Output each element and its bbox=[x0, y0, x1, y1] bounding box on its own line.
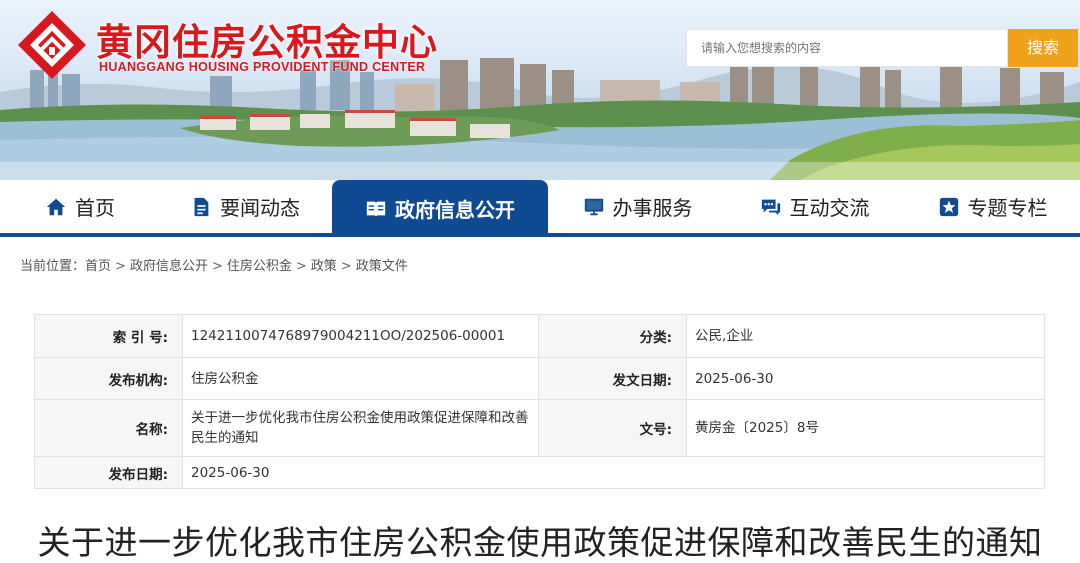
index-number-value: 1242110074768979004211OO/202506-00001 bbox=[182, 314, 539, 358]
document-info-table: 索 引 号: 1242110074768979004211OO/202506-0… bbox=[34, 314, 1045, 489]
star-icon bbox=[939, 197, 958, 216]
issue-date-value: 2025-06-30 bbox=[686, 357, 1045, 400]
table-row: 发布日期: 2025-06-30 bbox=[34, 456, 1045, 489]
main-nav: 首页 要闻动态 政府信息公开 办事服务 互动交流 专题专栏 bbox=[0, 180, 1080, 237]
publisher-label: 发布机构: bbox=[34, 357, 183, 400]
nav-item-special[interactable]: 专题专栏 bbox=[920, 180, 1065, 233]
breadcrumb-separator: > bbox=[115, 259, 126, 274]
breadcrumb-policy-docs[interactable]: 政策文件 bbox=[356, 259, 408, 274]
breadcrumb-separator: > bbox=[295, 259, 307, 274]
table-row: 名称: 关于进一步优化我市住房公积金使用政策促进保障和改善民生的通知 文号: 黄… bbox=[34, 399, 1045, 457]
breadcrumb-home[interactable]: 首页 bbox=[85, 259, 111, 274]
breadcrumb-separator: > bbox=[211, 259, 223, 274]
nav-label-home: 首页 bbox=[75, 196, 115, 220]
table-row: 发布机构: 住房公积金 发文日期: 2025-06-30 bbox=[34, 357, 1045, 400]
monitor-icon bbox=[584, 198, 603, 215]
nav-label-special: 专题专栏 bbox=[967, 196, 1048, 220]
header-banner: 黄冈住房公积金中心 HUANGGANG HOUSING PROVIDENT FU… bbox=[0, 0, 1080, 180]
nav-item-services[interactable]: 办事服务 bbox=[565, 180, 710, 233]
document-icon bbox=[194, 197, 209, 216]
article-title: 关于进一步优化我市住房公积金使用政策促进保障和改善民生的通知 bbox=[37, 523, 1043, 562]
table-row: 索 引 号: 1242110074768979004211OO/202506-0… bbox=[34, 314, 1045, 358]
home-icon bbox=[46, 198, 66, 215]
nav-label-interaction: 互动交流 bbox=[789, 196, 870, 220]
breadcrumb-housing-fund[interactable]: 住房公积金 bbox=[227, 259, 292, 274]
nav-label-gov-info: 政府信息公开 bbox=[395, 198, 515, 222]
index-number-label: 索 引 号: bbox=[34, 314, 183, 358]
nav-item-interaction[interactable]: 互动交流 bbox=[742, 180, 887, 233]
doc-number-label: 文号: bbox=[538, 399, 687, 457]
open-book-icon bbox=[366, 201, 386, 217]
issue-date-label: 发文日期: bbox=[538, 357, 687, 400]
chat-icon bbox=[761, 199, 780, 215]
publisher-value: 住房公积金 bbox=[182, 357, 539, 400]
nav-label-services: 办事服务 bbox=[612, 196, 693, 220]
name-value: 关于进一步优化我市住房公积金使用政策促进保障和改善民生的通知 bbox=[182, 399, 539, 457]
search-button[interactable]: 搜索 bbox=[1008, 29, 1078, 67]
nav-item-home[interactable]: 首页 bbox=[20, 180, 140, 233]
publish-date-label: 发布日期: bbox=[34, 456, 183, 489]
breadcrumb-prefix: 当前位置： bbox=[20, 259, 86, 274]
nav-item-gov-info[interactable]: 政府信息公开 bbox=[332, 180, 548, 237]
category-label: 分类: bbox=[538, 314, 687, 358]
nav-item-news[interactable]: 要闻动态 bbox=[170, 180, 320, 233]
site-subtitle: HUANGGANG HOUSING PROVIDENT FUND CENTER bbox=[99, 60, 426, 74]
breadcrumb-policy[interactable]: 政策 bbox=[311, 259, 337, 274]
category-value: 公民,企业 bbox=[686, 314, 1045, 358]
search-input[interactable] bbox=[686, 29, 1008, 67]
breadcrumb: 当前位置：首页 > 政府信息公开 > 住房公积金 > 政策 > 政策文件 bbox=[20, 255, 408, 274]
breadcrumb-gov-info[interactable]: 政府信息公开 bbox=[130, 259, 208, 274]
name-label: 名称: bbox=[34, 399, 183, 457]
diamond-logo-icon bbox=[18, 11, 86, 79]
site-title: 黄冈住房公积金中心 bbox=[96, 20, 438, 64]
breadcrumb-separator: > bbox=[340, 259, 352, 274]
doc-number-value: 黄房金〔2025〕8号 bbox=[686, 399, 1045, 457]
publish-date-value: 2025-06-30 bbox=[182, 456, 1045, 489]
nav-label-news: 要闻动态 bbox=[220, 196, 300, 220]
